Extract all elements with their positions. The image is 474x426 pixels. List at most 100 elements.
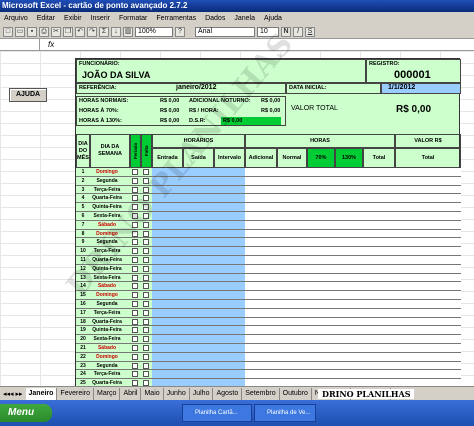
absence-checkbox[interactable] [143,301,149,307]
absence-checkbox[interactable] [143,283,149,290]
holiday-checkbox[interactable] [132,221,138,228]
holiday-checkbox[interactable] [132,283,138,290]
name-box[interactable] [0,39,40,50]
reference-value[interactable]: janeiro/2012 [176,84,216,91]
font-size-select[interactable]: 10 [257,26,279,37]
menu-item-2[interactable]: Exibir [64,12,82,25]
chart-icon[interactable]: ▥ [123,26,133,37]
holiday-checkbox[interactable] [132,239,138,246]
absence-checkbox[interactable] [143,345,149,351]
tab-nav-arrows-icon[interactable]: ◂◂◂ ▸▸ [0,390,26,398]
absence-checkbox[interactable] [143,221,149,228]
menu-item-8[interactable]: Ajuda [264,12,282,25]
task-button-1[interactable]: Planilha Cartã... [182,404,252,422]
sheet-tab-7[interactable]: Agosto [213,387,243,400]
holiday-checkbox[interactable] [132,186,138,193]
absence-checkbox[interactable] [143,248,149,255]
absence-checkbox[interactable] [143,274,149,281]
holiday-checkbox[interactable] [132,301,138,307]
zoom-select[interactable]: 100% [135,26,173,37]
sheet-tab-6[interactable]: Julho [190,387,214,400]
row-day-number: 23 [80,362,86,369]
holiday-checkbox[interactable] [132,169,138,175]
holiday-checkbox[interactable] [132,318,138,325]
absence-checkbox[interactable] [143,265,149,272]
sum-icon[interactable]: Σ [99,26,109,37]
menu-item-7[interactable]: Janela [234,12,255,25]
menu-item-5[interactable]: Ferramentas [156,12,196,25]
help-button[interactable]: AJUDA [9,88,47,102]
holiday-checkbox[interactable] [132,353,138,360]
holiday-checkbox[interactable] [132,265,138,272]
save-icon[interactable]: ▪ [27,26,37,37]
holiday-checkbox[interactable] [132,248,138,255]
absence-checkbox[interactable] [143,353,149,360]
print-icon[interactable]: ⎙ [39,26,49,37]
holiday-checkbox[interactable] [132,345,138,351]
absence-checkbox[interactable] [143,186,149,193]
holiday-checkbox[interactable] [132,371,138,378]
absence-checkbox[interactable] [143,257,149,263]
holiday-checkbox[interactable] [132,195,138,202]
sheet-tab-3[interactable]: Abril [120,387,142,400]
holiday-checkbox[interactable] [132,177,138,184]
menu-item-1[interactable]: Editar [37,12,55,25]
menu-item-6[interactable]: Dados [205,12,225,25]
new-file-icon[interactable]: □ [3,26,13,37]
employee-name[interactable]: JOÃO DA SILVA [82,70,150,80]
sheet-tab-8[interactable]: Setembro [242,387,280,400]
absence-checkbox[interactable] [143,292,149,299]
copy-icon[interactable]: ❐ [63,26,73,37]
sheet-tab-9[interactable]: Outubro [280,387,312,400]
menu-item-0[interactable]: Arquivo [4,12,28,25]
bold-icon[interactable]: N [281,26,291,37]
start-date-value[interactable]: 1/1/2012 [388,84,415,91]
holiday-checkbox[interactable] [132,257,138,263]
absence-checkbox[interactable] [143,213,149,219]
holiday-checkbox[interactable] [132,274,138,281]
absence-checkbox[interactable] [143,309,149,316]
italic-icon[interactable]: I [293,26,303,37]
absence-checkbox[interactable] [143,362,149,369]
absence-checkbox[interactable] [143,327,149,334]
col-day-of-week: DIA DA SEMANA [90,134,130,168]
absence-checkbox[interactable] [143,336,149,343]
absence-checkbox[interactable] [143,177,149,184]
task-button-2[interactable]: Planilha de Ve... [254,404,316,422]
holiday-checkbox[interactable] [132,309,138,316]
holiday-checkbox[interactable] [132,204,138,211]
cut-icon[interactable]: ✂ [51,26,61,37]
sheet-tab-1[interactable]: Fevereiro [57,387,94,400]
absence-checkbox[interactable] [143,169,149,175]
holiday-checkbox[interactable] [132,213,138,219]
underline-icon[interactable]: S [305,26,315,37]
registration-value[interactable]: 000001 [394,69,431,81]
absence-checkbox[interactable] [143,318,149,325]
absence-checkbox[interactable] [143,230,149,237]
absence-checkbox[interactable] [143,195,149,202]
start-button[interactable]: Menu [0,404,52,422]
absence-checkbox[interactable] [143,371,149,378]
sort-icon[interactable]: ↓ [111,26,121,37]
holiday-checkbox[interactable] [132,336,138,343]
sheet-tab-0[interactable]: Janeiro [25,387,58,400]
open-icon[interactable]: ▭ [15,26,25,37]
absence-checkbox[interactable] [143,204,149,211]
row-day-number: 13 [80,274,86,281]
menu-item-3[interactable]: Inserir [91,12,110,25]
hour-rate-value[interactable]: R$ 0,00 [261,108,280,114]
holiday-checkbox[interactable] [132,362,138,369]
menu-item-4[interactable]: Formatar [119,12,147,25]
undo-icon[interactable]: ↶ [75,26,85,37]
row-weekday: Segunda [96,177,118,184]
redo-icon[interactable]: ↷ [87,26,97,37]
help-icon[interactable]: ? [175,26,185,37]
holiday-checkbox[interactable] [132,292,138,299]
holiday-checkbox[interactable] [132,230,138,237]
sheet-tab-4[interactable]: Maio [141,387,164,400]
holiday-checkbox[interactable] [132,327,138,334]
sheet-tab-5[interactable]: Junho [164,387,190,400]
absence-checkbox[interactable] [143,239,149,246]
sheet-tab-2[interactable]: Março [94,387,121,400]
font-select[interactable]: Arial [195,26,255,37]
